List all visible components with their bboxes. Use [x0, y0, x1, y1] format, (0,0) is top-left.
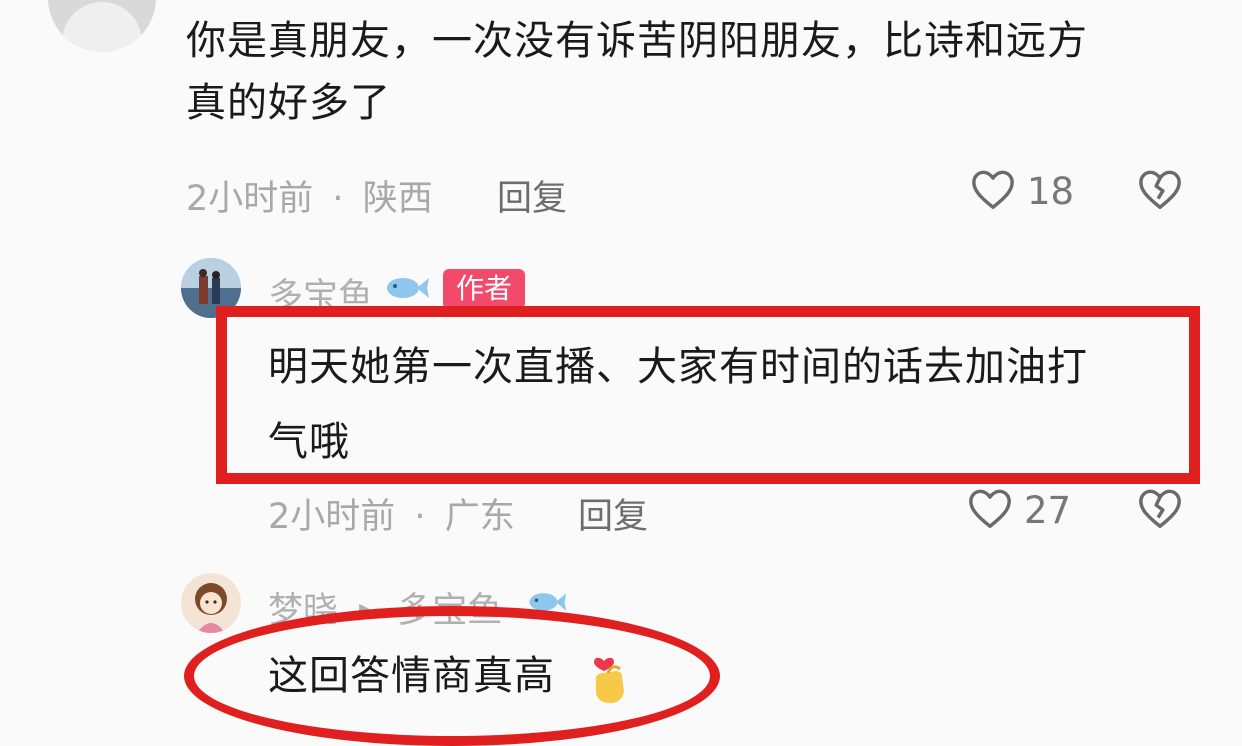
broken-heart-icon [1139, 489, 1181, 528]
heart-icon [969, 489, 1011, 528]
comment-text: 明天她第一次直播、大家有时间的话去加油打 气哦 [268, 330, 1088, 480]
dislike-button[interactable] [1137, 486, 1183, 530]
timestamp: 2小时前 [268, 497, 396, 537]
comment-meta: 2小时前 · 广东 [268, 488, 515, 539]
comment-text: 这回答情商真高 [268, 653, 555, 699]
location: 陕西 [362, 179, 433, 219]
fish-icon [383, 272, 431, 304]
meta-separator: · [332, 179, 344, 219]
author-badge: 作者 [443, 269, 526, 309]
comment-text-line: 你是真朋友，一次没有诉苦阴阳朋友，比诗和远方 [186, 18, 1088, 64]
avatar[interactable] [48, 0, 156, 52]
comment-text: 你是真朋友，一次没有诉苦阴阳朋友，比诗和远方 真的好多了 [186, 10, 1088, 134]
like-button[interactable] [967, 486, 1013, 530]
meta-separator: · [414, 497, 426, 537]
heart-icon [972, 170, 1014, 209]
like-button[interactable] [970, 167, 1016, 211]
finger-heart-emoji-icon [582, 643, 642, 707]
broken-heart-icon [1139, 170, 1181, 209]
timestamp: 2小时前 [186, 179, 314, 219]
comment-text-line: 气哦 [268, 419, 350, 465]
reply-button[interactable]: 回复 [578, 488, 648, 539]
like-count: 27 [1024, 489, 1072, 532]
comment-text-line: 明天她第一次直播、大家有时间的话去加油打 [268, 344, 1088, 390]
location: 广东 [444, 497, 515, 537]
comment-text-line: 真的好多了 [186, 80, 391, 126]
like-count: 18 [1027, 170, 1075, 213]
comment-meta: 2小时前 · 陕西 [186, 170, 433, 221]
dislike-button[interactable] [1137, 167, 1183, 211]
avatar-cartoon-icon [195, 583, 227, 633]
avatar[interactable] [181, 573, 241, 633]
reply-button[interactable]: 回复 [497, 170, 567, 221]
avatar-placeholder-icon [62, 2, 142, 52]
